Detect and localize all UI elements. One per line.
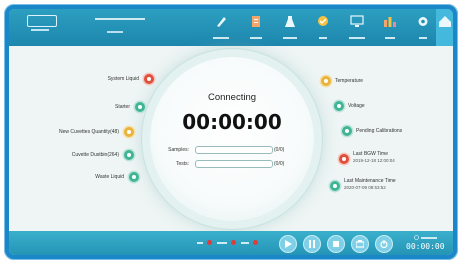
pending-calibrations-indicator[interactable] bbox=[342, 126, 352, 136]
power-icon bbox=[380, 240, 388, 248]
rack-icon bbox=[356, 240, 364, 248]
status-led-3 bbox=[253, 240, 258, 245]
system-liquid-label: System Liquid bbox=[107, 76, 139, 82]
home-icon bbox=[439, 16, 451, 27]
tests-count: (0/0) bbox=[274, 161, 285, 167]
led-label-blurred bbox=[241, 241, 249, 245]
last-bgw-time: 2019-12-18 12:00:04 bbox=[353, 158, 395, 163]
samples-label: Samples: bbox=[168, 147, 189, 153]
nav-label-blurred bbox=[373, 36, 407, 40]
last-maintenance-indicator[interactable] bbox=[330, 181, 340, 191]
brand-logo-mark bbox=[31, 29, 49, 31]
status-led-2 bbox=[231, 240, 236, 245]
last-maintenance-label: Last Maintenance Time bbox=[344, 178, 396, 184]
last-bgw-item: Last BGW Time 2019-12-18 12:00:04 bbox=[353, 151, 395, 163]
nav-item-1[interactable] bbox=[204, 9, 238, 46]
last-bgw-indicator[interactable] bbox=[339, 154, 349, 164]
temperature-indicator[interactable] bbox=[321, 76, 331, 86]
waste-liquid-label: Waste Liquid bbox=[95, 174, 124, 180]
new-cuvettes-label: New Cuvettes Quantity(48) bbox=[58, 129, 119, 135]
device-sub-blurred bbox=[107, 31, 123, 33]
qc-icon bbox=[318, 16, 328, 26]
gear-icon bbox=[418, 17, 428, 26]
clock-icon bbox=[414, 235, 419, 241]
nav-label-blurred bbox=[239, 36, 273, 40]
new-cuvettes-indicator[interactable] bbox=[124, 127, 134, 137]
samples-progress bbox=[195, 146, 273, 154]
last-bgw-label: Last BGW Time bbox=[353, 151, 389, 157]
flask-icon bbox=[285, 16, 295, 27]
play-icon bbox=[285, 240, 292, 248]
status-led-1 bbox=[207, 240, 212, 245]
emergency-button[interactable] bbox=[375, 235, 393, 253]
top-bar bbox=[9, 9, 453, 46]
tests-progress bbox=[195, 160, 273, 168]
stop-button[interactable] bbox=[327, 235, 345, 253]
cuvette-dustbin-label: Cuvette Dustbin(264) bbox=[71, 152, 119, 158]
nav-label-blurred bbox=[273, 36, 307, 40]
device-frame: Connecting 00:00:00 Samples: (0/0) Tests… bbox=[4, 4, 458, 260]
pause-icon bbox=[309, 240, 315, 248]
nav-label-blurred bbox=[204, 36, 238, 40]
stopwatch-label-blurred bbox=[414, 235, 437, 241]
nav-item-7[interactable] bbox=[406, 9, 440, 46]
elapsed-time: 00:00:00 bbox=[406, 242, 445, 251]
last-maintenance-time: 2020-07-09 08:53:52 bbox=[344, 185, 386, 190]
pending-calibrations-label: Pending Calibrations bbox=[356, 128, 403, 134]
nav-item-home[interactable] bbox=[436, 9, 453, 46]
led-label-blurred bbox=[217, 241, 227, 245]
led-label-blurred bbox=[197, 241, 203, 245]
main-screen: Connecting 00:00:00 Samples: (0/0) Tests… bbox=[9, 9, 453, 255]
nav-item-2[interactable] bbox=[239, 9, 273, 46]
pen-icon bbox=[217, 17, 226, 27]
bottom-bar: 00:00:00 bbox=[9, 231, 453, 255]
monitor-icon bbox=[350, 15, 364, 27]
nav-item-6[interactable] bbox=[373, 9, 407, 46]
nav-label-blurred bbox=[406, 36, 440, 40]
starter-indicator[interactable] bbox=[135, 102, 145, 112]
voltage-label: Voltage bbox=[348, 103, 365, 109]
connection-status: Connecting bbox=[207, 92, 257, 103]
nav-label-blurred bbox=[306, 36, 340, 40]
cuvette-dustbin-indicator[interactable] bbox=[124, 150, 134, 160]
status-ring bbox=[150, 57, 314, 221]
document-icon bbox=[252, 16, 260, 27]
brand-logo bbox=[27, 15, 57, 27]
tests-label: Tests: bbox=[175, 161, 189, 167]
run-timer: 00:00:00 bbox=[182, 110, 282, 134]
device-name-blurred bbox=[95, 18, 145, 20]
stop-icon bbox=[333, 241, 339, 247]
system-liquid-indicator[interactable] bbox=[144, 74, 154, 84]
pause-button[interactable] bbox=[303, 235, 321, 253]
nav-label-blurred bbox=[340, 36, 374, 40]
nav-item-5[interactable] bbox=[340, 9, 374, 46]
statistics-icon bbox=[384, 17, 396, 27]
sample-rack-button[interactable] bbox=[351, 235, 369, 253]
voltage-indicator[interactable] bbox=[334, 101, 344, 111]
run-button[interactable] bbox=[279, 235, 297, 253]
last-maintenance-item: Last Maintenance Time 2020-07-09 08:53:5… bbox=[344, 178, 396, 190]
nav-item-4[interactable] bbox=[306, 9, 340, 46]
samples-count: (0/0) bbox=[274, 147, 285, 153]
starter-label: Starter bbox=[114, 104, 130, 110]
temperature-label: Temperature bbox=[335, 78, 364, 84]
nav-item-3[interactable] bbox=[273, 9, 307, 46]
waste-liquid-indicator[interactable] bbox=[129, 172, 139, 182]
